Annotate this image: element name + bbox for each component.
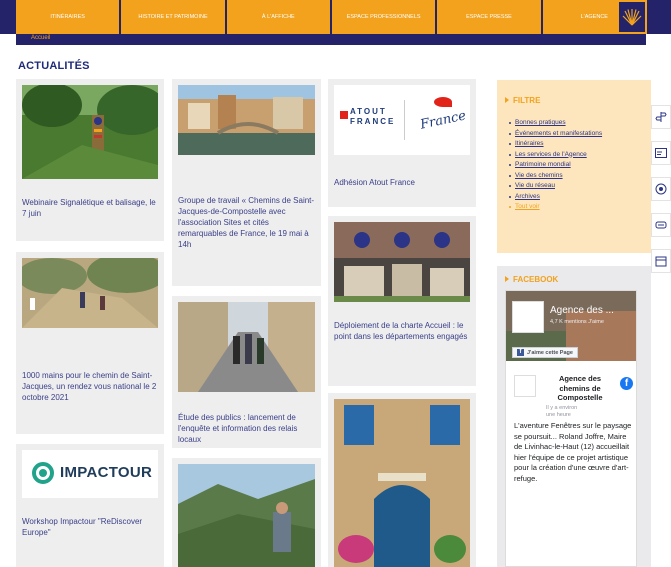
news-card-webinaire[interactable]: Webinaire Signalétique et balisage, le 7… <box>16 79 164 241</box>
news-card-atout-france[interactable]: ATOUT FRANCE France Adhésion Atout Franc… <box>328 79 476 207</box>
facebook-page-name[interactable]: Agence des ... <box>550 305 614 316</box>
news-title[interactable]: Webinaire Signalétique et balisage, le 7… <box>22 197 158 219</box>
facebook-cover: Agence des ... 4,7 K mentions J'aime f J'… <box>506 291 636 361</box>
nav-item-histoire[interactable]: HISTOIRE ET PATRIMOINE <box>121 0 227 34</box>
news-image <box>334 399 470 567</box>
calendar-icon[interactable] <box>651 249 671 273</box>
facebook-panel: FACEBOOK Agence des ... 4,7 K mentions J… <box>497 266 651 567</box>
signpost-icon[interactable] <box>651 105 671 129</box>
facebook-logo-icon[interactable]: f <box>620 377 633 390</box>
nav-item-professionnels[interactable]: ESPACE PROFESSIONNELS <box>331 0 438 34</box>
atout-france-logo: ATOUT FRANCE France <box>334 85 470 155</box>
filter-vie-chemins[interactable]: Vie des chemins <box>509 171 602 182</box>
news-image <box>178 85 315 155</box>
facebook-likes-count: 4,7 K mentions J'aime <box>550 319 604 325</box>
filter-bonnes-pratiques[interactable]: Bonnes pratiques <box>509 118 602 129</box>
france-script: France <box>418 108 468 133</box>
filter-title: FILTRE <box>505 96 540 105</box>
facebook-f-icon: f <box>517 349 524 356</box>
facebook-title: FACEBOOK <box>505 275 558 284</box>
news-image <box>178 302 315 392</box>
news-title[interactable]: Déploiement de la charte Accueil : le po… <box>334 320 470 342</box>
filter-services-agence[interactable]: Les services de l'Agence <box>509 150 602 161</box>
scallop-shell-icon[interactable] <box>617 0 647 34</box>
facebook-post-time: Il y a environ une heure <box>546 405 578 418</box>
filter-archives[interactable]: Archives <box>509 192 602 203</box>
news-card-groupe-travail[interactable]: Groupe de travail « Chemins de Saint-Jac… <box>172 79 321 286</box>
filter-tout-voir[interactable]: Tout voir <box>509 202 602 213</box>
news-title[interactable]: Workshop Impactour "ReDiscover Europe" <box>22 516 158 538</box>
impactour-logo: IMPACTOUR <box>22 450 158 498</box>
news-image <box>178 464 315 567</box>
filter-itineraires[interactable]: Itinéraires <box>509 139 602 150</box>
map-pin-icon[interactable] <box>651 177 671 201</box>
top-navigation: ITINÉRAIRES HISTOIRE ET PATRIMOINE À L'A… <box>0 0 671 34</box>
news-card-impactour[interactable]: IMPACTOUR Workshop Impactour "ReDiscover… <box>16 444 164 567</box>
news-card-village[interactable] <box>328 393 476 567</box>
facebook-post-avatar <box>514 375 536 397</box>
filter-vie-reseau[interactable]: Vie du réseau <box>509 181 602 192</box>
accessibility-icon[interactable] <box>651 213 671 237</box>
impactour-wordmark: IMPACTOUR <box>60 464 153 481</box>
filter-patrimoine-mondial[interactable]: Patrimoine mondial <box>509 160 602 171</box>
news-card-etude-publics[interactable]: Étude des publics : lancement de l'enquê… <box>172 296 321 448</box>
section-title: ACTUALITÉS <box>18 60 90 72</box>
nav-menu: ITINÉRAIRES HISTOIRE ET PATRIMOINE À L'A… <box>16 0 646 34</box>
id-card-icon[interactable] <box>651 141 671 165</box>
news-image <box>22 85 158 179</box>
breadcrumb: Accueil <box>16 34 646 45</box>
news-title[interactable]: Adhésion Atout France <box>334 177 470 188</box>
facebook-page-avatar <box>512 301 544 333</box>
france-wordmark: FRANCE <box>350 117 396 126</box>
nav-item-affiche[interactable]: À L'AFFICHE <box>226 0 332 34</box>
news-title[interactable]: Groupe de travail « Chemins de Saint-Jac… <box>178 195 315 250</box>
filter-panel: FILTRE Bonnes pratiques Événements et ma… <box>497 80 651 253</box>
nav-item-itineraires[interactable]: ITINÉRAIRES <box>16 0 122 34</box>
nav-item-presse[interactable]: ESPACE PRESSE <box>437 0 543 34</box>
facebook-post-author[interactable]: Agence des chemins de Compostelle <box>546 374 614 403</box>
news-title[interactable]: Étude des publics : lancement de l'enquê… <box>178 412 315 445</box>
news-image <box>22 258 158 328</box>
atout-wordmark: ATOUT <box>350 107 387 116</box>
news-card-charte-accueil[interactable]: Déploiement de la charte Accueil : le po… <box>328 216 476 386</box>
page: ITINÉRAIRES HISTOIRE ET PATRIMOINE À L'A… <box>0 0 671 567</box>
breadcrumb-home[interactable]: Accueil <box>31 35 50 41</box>
facebook-like-button[interactable]: f J'aime cette Page <box>512 347 578 358</box>
news-image <box>334 222 470 302</box>
filter-list: Bonnes pratiques Événements et manifesta… <box>509 118 602 213</box>
facebook-widget[interactable]: Agence des ... 4,7 K mentions J'aime f J'… <box>505 290 637 567</box>
news-card-1000-mains[interactable]: 1000 mains pour le chemin de Saint-Jacqu… <box>16 252 164 434</box>
news-title[interactable]: 1000 mains pour le chemin de Saint-Jacqu… <box>22 370 158 403</box>
facebook-post-text: L'aventure Fenêtres sur le paysage se po… <box>514 421 632 483</box>
filter-evenements[interactable]: Événements et manifestations <box>509 129 602 140</box>
news-card-paysage[interactable] <box>172 458 321 567</box>
